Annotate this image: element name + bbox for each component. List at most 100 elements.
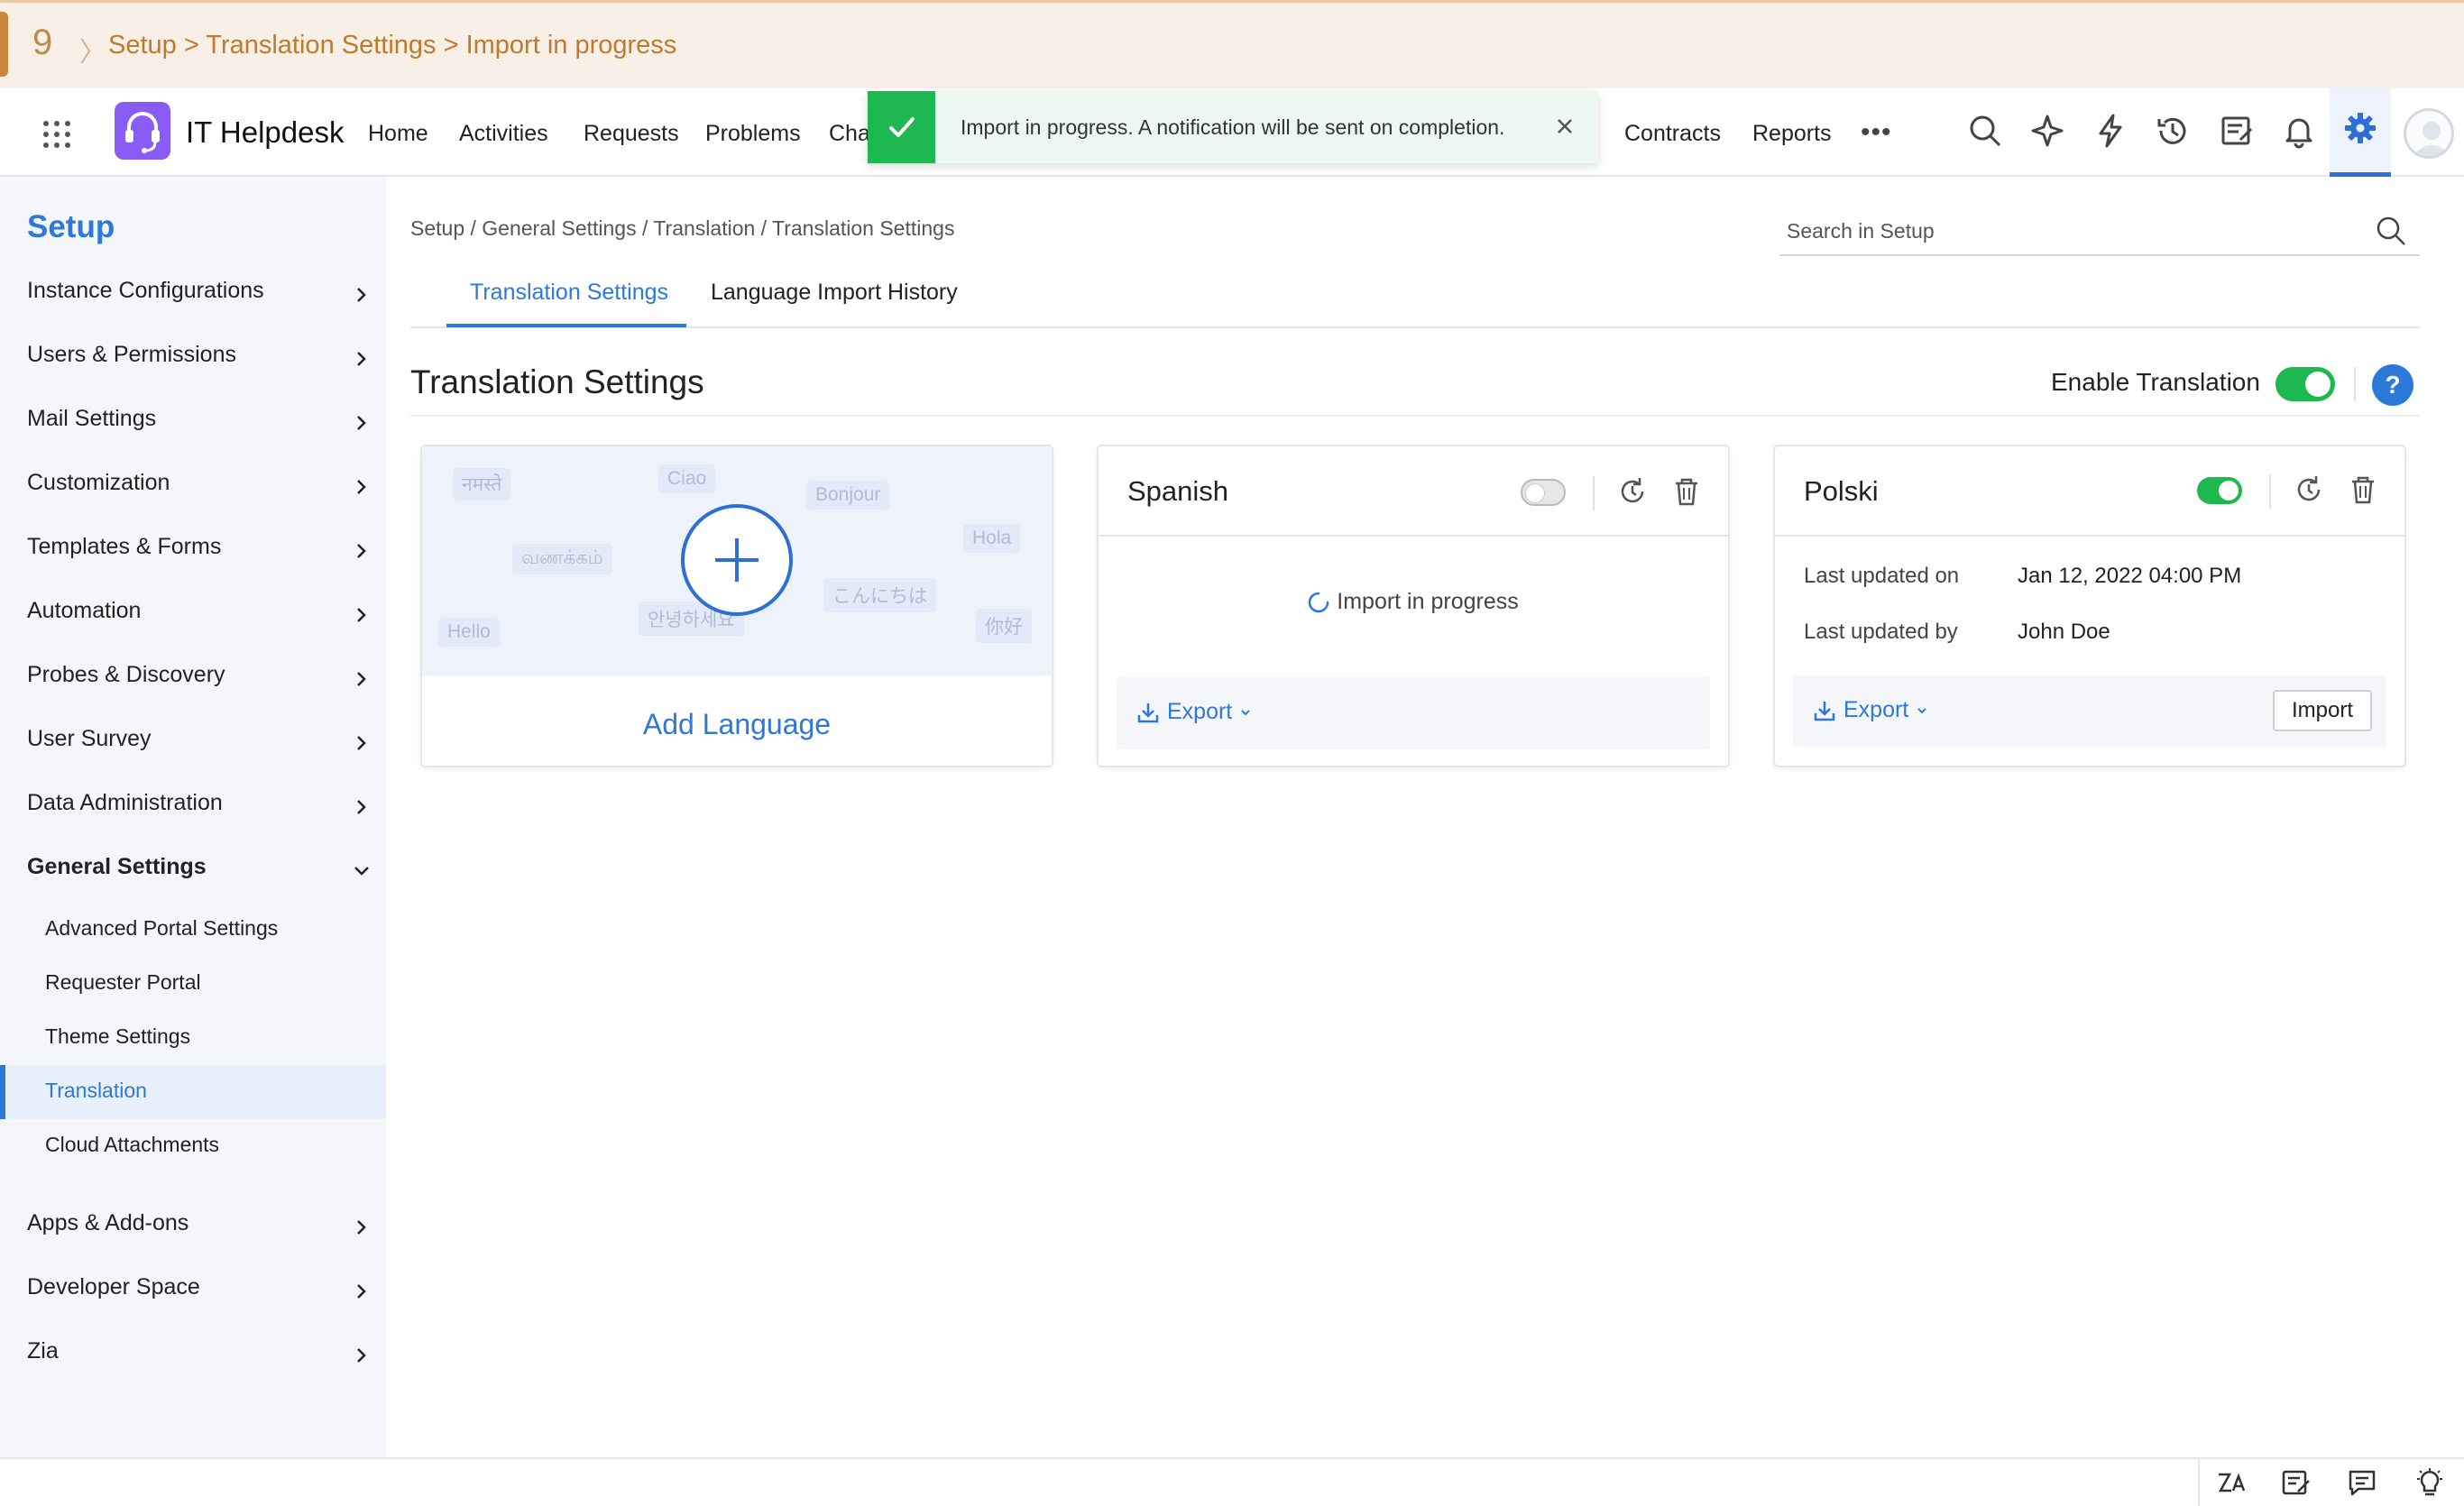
sidebar-item-probes-discovery[interactable]: Probes & Discovery [27,662,379,698]
sidebar-item-automation[interactable]: Automation [27,598,379,634]
sidebar-item-apps-addons[interactable]: Apps & Add-ons [27,1210,379,1246]
translate-icon[interactable] [2215,1466,2248,1499]
import-button[interactable]: Import [2273,690,2372,731]
step-accent [0,12,8,77]
nav-contracts[interactable]: Contracts [1624,121,1721,147]
setup-tab[interactable] [2330,88,2391,177]
spinner-icon [1309,592,1329,613]
setup-sidebar: Setup Instance Configurations Users & Pe… [0,177,386,1457]
nav-activities[interactable]: Activities [459,121,548,147]
divider [2269,474,2271,509]
sidebar-item-instance-configurations[interactable]: Instance Configurations [27,278,379,314]
word-bubble: வணக்கம் [512,544,612,574]
sidebar-subitem-theme-settings[interactable]: Theme Settings [45,1024,190,1049]
sidebar-item-label: Apps & Add-ons [27,1210,189,1235]
brand-name[interactable]: IT Helpdesk [186,115,344,150]
sidebar-item-users-permissions[interactable]: Users & Permissions [27,342,379,378]
sidebar-item-customization[interactable]: Customization [27,470,379,506]
export-dropdown[interactable]: Export [1136,699,1252,725]
sidebar-item-label: Customization [27,470,170,495]
nav-changes[interactable]: Cha [829,121,870,147]
sidebar-subitem-translation[interactable]: Translation [45,1079,147,1103]
nav-reports[interactable]: Reports [1752,121,1832,147]
add-language-card[interactable]: नमस्ते Ciao Bonjour Hola வணக்கம் こんにちは H… [420,445,1053,767]
gear-icon[interactable] [2342,110,2378,146]
tasks-icon[interactable] [2219,113,2255,149]
language-toggle[interactable] [1521,479,1566,506]
divider [2354,367,2356,401]
chevron-right-icon [357,352,366,366]
lightbulb-icon[interactable] [2413,1466,2446,1499]
help-icon[interactable]: ? [2372,364,2413,406]
chevron-right-icon [357,1348,366,1363]
search-input[interactable] [1787,215,2346,247]
toast-notification: Import in progress. A notification will … [868,91,1598,163]
magic-icon[interactable] [2029,113,2065,149]
chat-icon[interactable] [2346,1466,2378,1499]
notes-icon[interactable] [2280,1466,2312,1499]
sidebar-subitem-cloud-attachments[interactable]: Cloud Attachments [45,1133,219,1157]
search-icon[interactable] [1967,113,2003,149]
sidebar-item-label: Users & Permissions [27,342,236,367]
last-updated-on-label: Last updated on [1804,564,1960,588]
sidebar-item-templates-forms[interactable]: Templates & Forms [27,534,379,570]
word-bubble: Hola [963,524,1021,553]
sidebar-item-label: Templates & Forms [27,534,222,559]
breadcrumb[interactable]: Setup / General Settings / Translation /… [410,216,954,241]
tab-language-import-history[interactable]: Language Import History [711,280,958,328]
sidebar-item-data-administration[interactable]: Data Administration [27,790,379,826]
chevron-right-icon [357,800,366,814]
nav-requests[interactable]: Requests [584,121,679,147]
chevron-right-icon [357,416,366,430]
download-icon [1137,702,1159,722]
sidebar-item-mail-settings[interactable]: Mail Settings [27,406,379,442]
enable-translation-label: Enable Translation [2051,368,2260,396]
language-toggle[interactable] [2197,477,2242,504]
sidebar-item-zia[interactable]: Zia [27,1338,379,1374]
sidebar-item-user-survey[interactable]: User Survey [27,726,379,762]
sidebar-item-label: Probes & Discovery [27,662,225,687]
language-card-polski: Polski Last updated on Jan 12, 2022 04:0… [1773,445,2406,767]
setup-search[interactable] [1779,206,2420,256]
chevron-right-icon [357,1284,366,1299]
export-dropdown[interactable]: Export [1813,697,1928,723]
more-menu-icon[interactable]: ••• [1861,117,1892,148]
nav-home[interactable]: Home [368,121,428,147]
sidebar-subitem-advanced-portal-settings[interactable]: Advanced Portal Settings [45,916,278,941]
last-updated-on-value: Jan 12, 2022 04:00 PM [2018,564,2242,588]
sidebar-item-label: Data Administration [27,790,223,815]
avatar[interactable] [2404,108,2454,159]
trash-icon[interactable] [2347,473,2379,506]
import-status: Import in progress [1099,589,1728,615]
nav-problems[interactable]: Problems [705,121,801,147]
add-language-label[interactable]: Add Language [422,708,1052,741]
close-icon[interactable] [1551,113,1578,140]
lightning-icon[interactable] [2092,113,2128,149]
add-language-button[interactable] [681,504,793,616]
language-name: Spanish [1127,475,1229,507]
chevron-right-icon [357,608,366,622]
download-icon [1814,701,1835,721]
sidebar-item-developer-space[interactable]: Developer Space [27,1274,379,1310]
history-icon[interactable] [2155,113,2191,149]
sidebar-title: Setup [27,209,115,244]
search-icon[interactable] [2375,215,2407,247]
title-divider [410,415,2420,417]
helpdesk-logo-icon[interactable] [115,102,170,160]
app-launcher-icon[interactable] [43,121,70,148]
sidebar-item-general-settings[interactable]: General Settings [27,854,379,890]
word-bubble: Bonjour [806,481,890,510]
bell-icon[interactable] [2281,113,2317,149]
refresh-icon[interactable] [2293,473,2325,506]
sidebar-item-label: Zia [27,1338,59,1364]
sidebar-item-label: Mail Settings [27,406,157,431]
trash-icon[interactable] [1670,475,1703,508]
enable-translation-toggle[interactable] [2276,367,2335,401]
refresh-icon[interactable] [1616,475,1649,508]
word-bubble: 你好 [976,609,1032,643]
last-updated-by-label: Last updated by [1804,620,1958,644]
step-separator: 〉 [79,38,106,68]
tab-translation-settings[interactable]: Translation Settings [470,280,668,328]
sidebar-subitem-requester-portal[interactable]: Requester Portal [45,970,201,995]
active-tab-indicator [446,324,686,327]
